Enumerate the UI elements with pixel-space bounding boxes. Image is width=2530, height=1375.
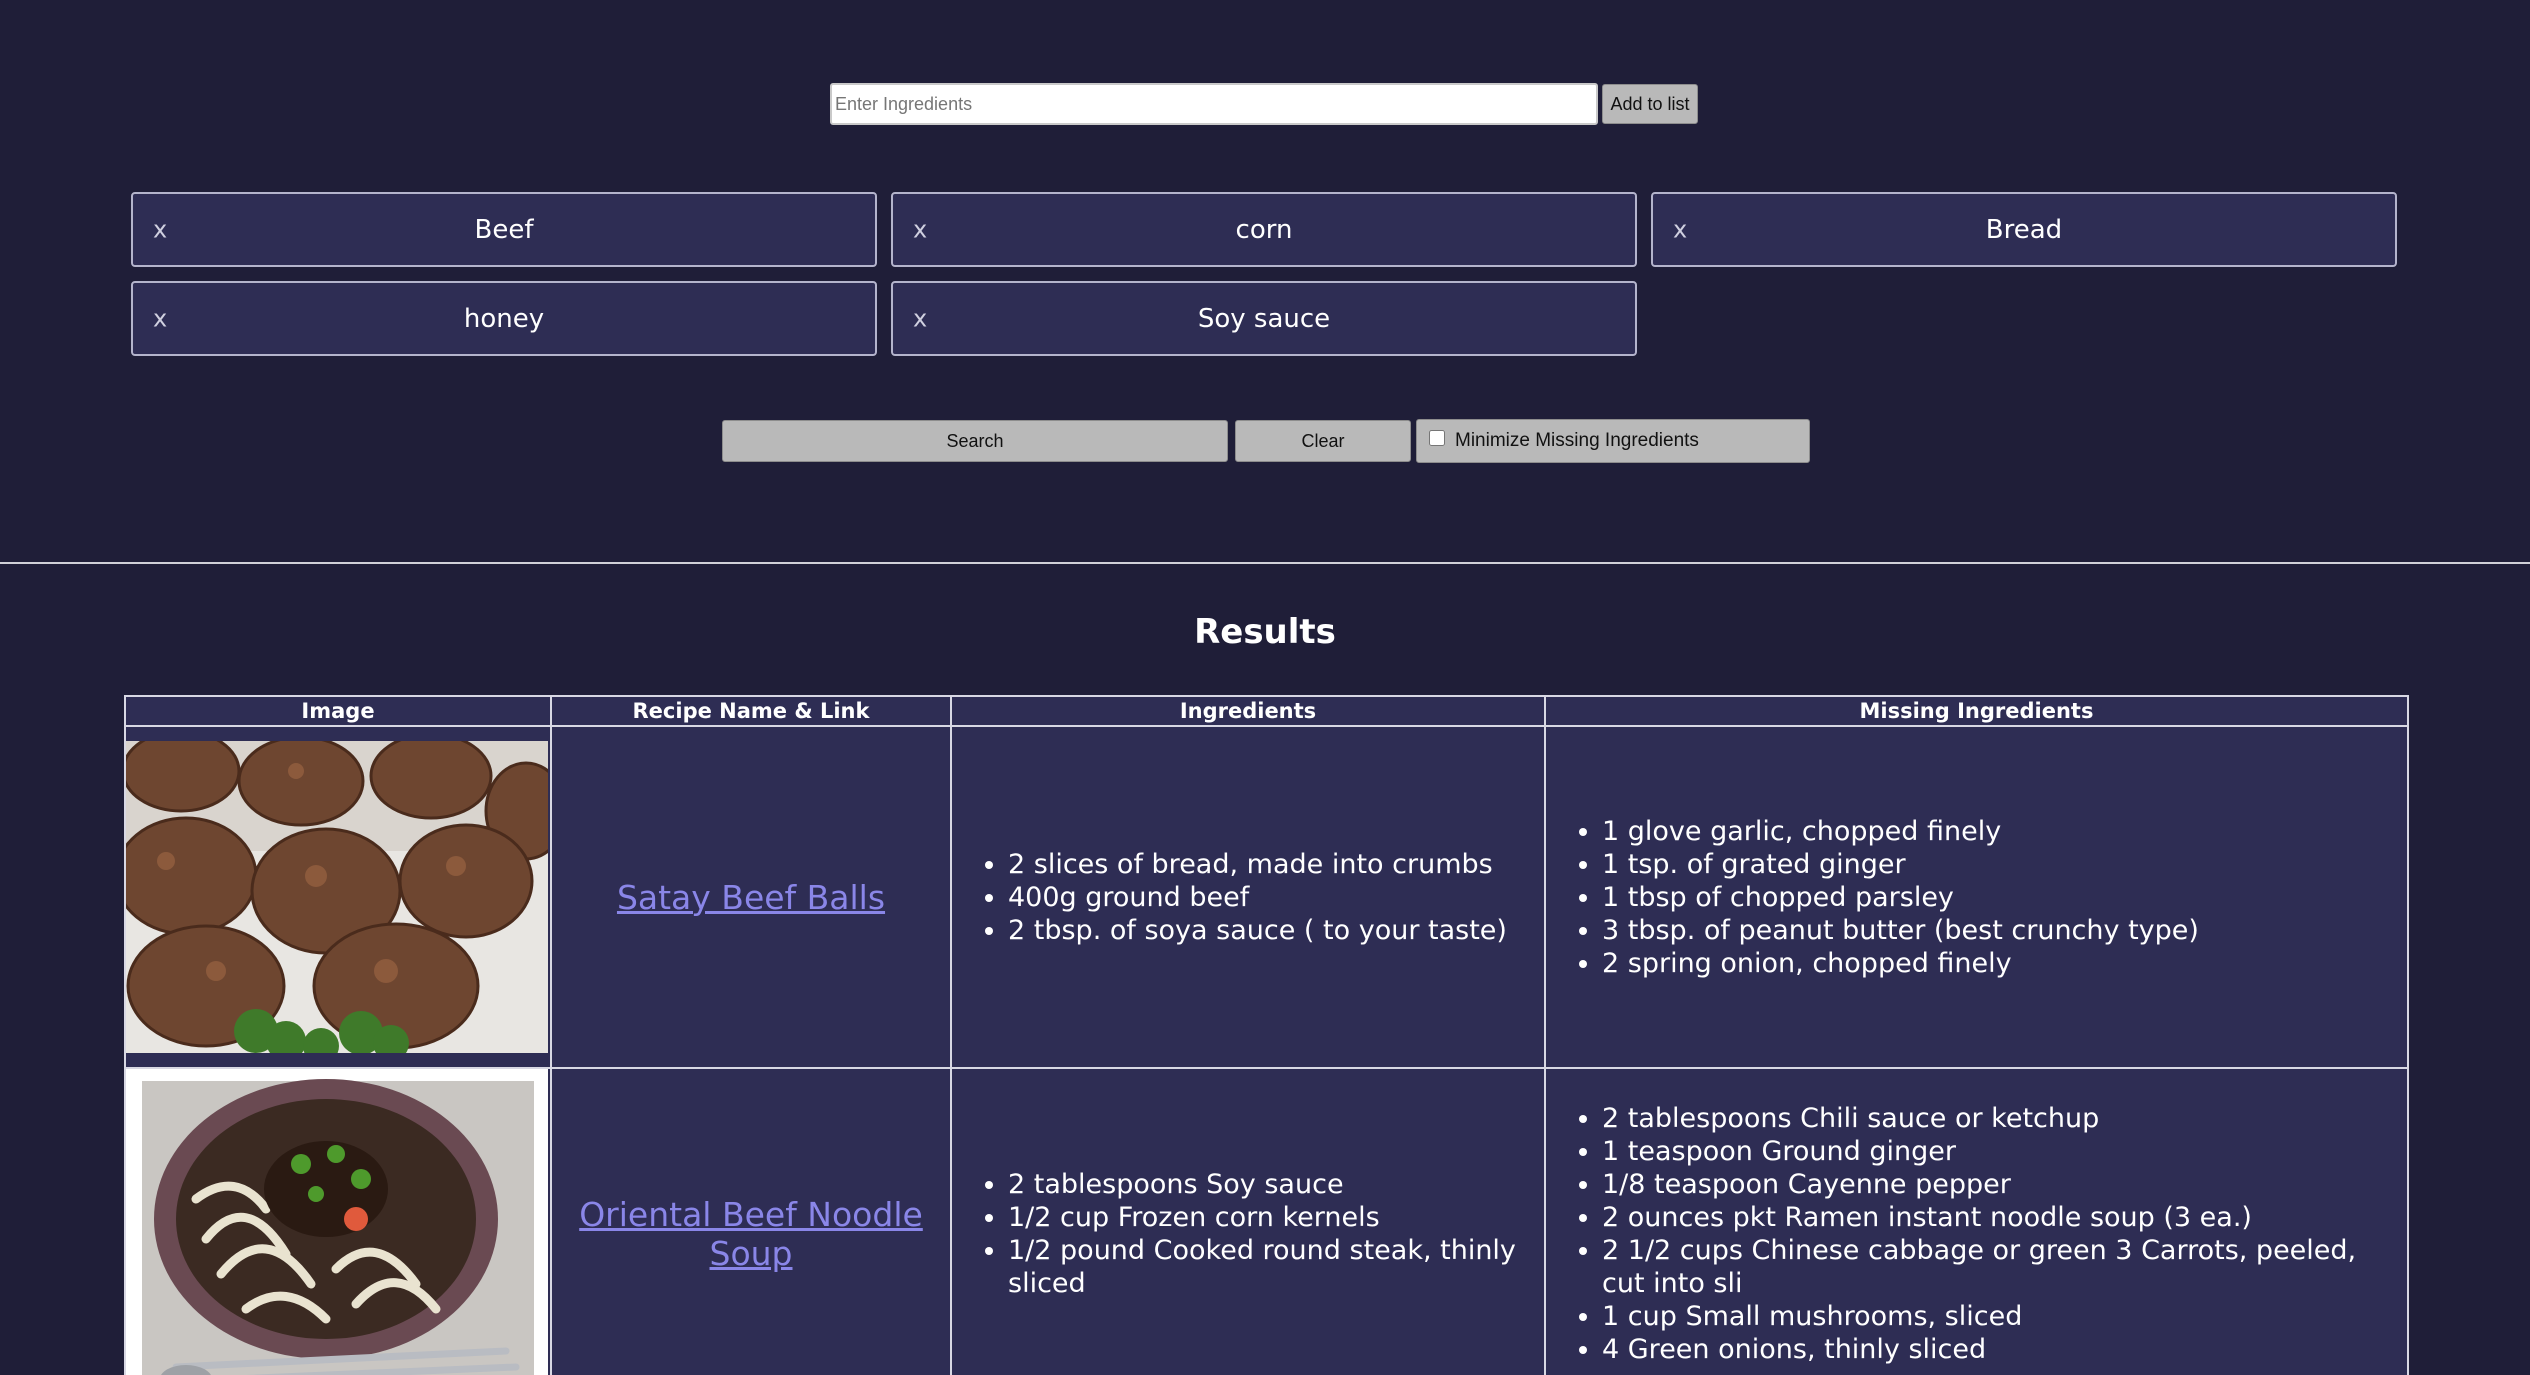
list-item: 1 tsp. of grated ginger — [1602, 848, 2407, 881]
ingredient-input[interactable] — [830, 83, 1598, 125]
missing-ingredients-cell: 1 glove garlic, chopped finely 1 tsp. of… — [1544, 725, 2409, 1069]
remove-icon[interactable]: x — [913, 215, 927, 243]
ingredient-chip: x corn — [891, 192, 1637, 267]
list-item: 3 tbsp. of peanut butter (best crunchy t… — [1602, 914, 2407, 947]
recipe-image-cell — [124, 1067, 552, 1375]
remove-icon[interactable]: x — [913, 304, 927, 332]
ingredient-chip: x Bread — [1651, 192, 2397, 267]
list-item: 2 slices of bread, made into crumbs — [1008, 848, 1544, 881]
remove-icon[interactable]: x — [153, 215, 167, 243]
list-item: 2 ounces pkt Ramen instant noodle soup (… — [1602, 1201, 2407, 1234]
results-table: Image Recipe Name & Link Ingredients Mis… — [124, 695, 2409, 1375]
ingredient-list: 2 slices of bread, made into crumbs 400g… — [952, 848, 1544, 947]
list-item: 400g ground beef — [1008, 881, 1544, 914]
chip-label: Beef — [474, 214, 534, 245]
section-divider — [0, 562, 2530, 564]
clear-button[interactable]: Clear — [1235, 420, 1411, 462]
ingredient-list: 2 tablespoons Soy sauce 1/2 cup Frozen c… — [952, 1168, 1544, 1300]
results-heading: Results — [1194, 612, 1336, 652]
missing-ingredient-list: 1 glove garlic, chopped finely 1 tsp. of… — [1546, 815, 2407, 980]
ingredient-chip: x Beef — [131, 192, 877, 267]
chip-label: honey — [463, 303, 545, 334]
recipe-name-cell: Oriental Beef Noodle Soup — [550, 1067, 952, 1375]
ingredients-cell: 2 slices of bread, made into crumbs 400g… — [950, 725, 1546, 1069]
ingredient-entry: Add to list — [830, 83, 1698, 125]
search-button[interactable]: Search — [722, 420, 1228, 462]
table-row: Oriental Beef Noodle Soup 2 tablespoons … — [124, 1067, 2409, 1375]
chip-label: corn — [1235, 214, 1293, 245]
list-item: 4 Green onions, thinly sliced — [1602, 1333, 2407, 1366]
list-item: 1 cup Small mushrooms, sliced — [1602, 1300, 2407, 1333]
chip-label: Soy sauce — [1197, 303, 1331, 334]
list-item: 1 glove garlic, chopped finely — [1602, 815, 2407, 848]
list-item: 2 tbsp. of soya sauce ( to your taste) — [1008, 914, 1544, 947]
recipe-image-cell — [124, 725, 552, 1069]
list-item: 2 tablespoons Soy sauce — [1008, 1168, 1544, 1201]
add-to-list-button[interactable]: Add to list — [1602, 84, 1698, 124]
column-header-recipe: Recipe Name & Link — [550, 695, 952, 727]
chip-label: Bread — [1985, 214, 2063, 245]
column-header-image: Image — [124, 695, 552, 727]
column-header-ingredients: Ingredients — [950, 695, 1546, 727]
minimize-missing-label: Minimize Missing Ingredients — [1455, 430, 1699, 451]
list-item: 2 spring onion, chopped finely — [1602, 947, 2407, 980]
ingredient-chip: x honey — [131, 281, 877, 356]
ingredient-chip-list: x Beef x corn x Bread x honey x Soy sauc… — [131, 192, 2401, 356]
table-row: Satay Beef Balls 2 slices of bread, made… — [124, 725, 2409, 1069]
recipe-link[interactable]: Oriental Beef Noodle Soup — [579, 1195, 923, 1273]
list-item: 1 teaspoon Ground ginger — [1602, 1135, 2407, 1168]
recipe-link[interactable]: Satay Beef Balls — [617, 878, 885, 917]
column-header-missing: Missing Ingredients — [1544, 695, 2409, 727]
recipe-image — [127, 1070, 548, 1375]
recipe-image — [127, 741, 548, 1053]
remove-icon[interactable]: x — [1673, 215, 1687, 243]
list-item: 1 tbsp of chopped parsley — [1602, 881, 2407, 914]
list-item: 1/8 teaspoon Cayenne pepper — [1602, 1168, 2407, 1201]
minimize-missing-toggle[interactable]: Minimize Missing Ingredients — [1416, 419, 1810, 463]
search-actions: Search Clear Minimize Missing Ingredient… — [722, 419, 1810, 463]
list-item: 2 tablespoons Chili sauce or ketchup — [1602, 1102, 2407, 1135]
minimize-missing-checkbox[interactable] — [1429, 430, 1445, 446]
missing-ingredients-cell: 2 tablespoons Chili sauce or ketchup 1 t… — [1544, 1067, 2409, 1375]
list-item: 1/2 pound Cooked round steak, thinly sli… — [1008, 1234, 1544, 1300]
ingredients-cell: 2 tablespoons Soy sauce 1/2 cup Frozen c… — [950, 1067, 1546, 1375]
ingredient-chip: x Soy sauce — [891, 281, 1637, 356]
missing-ingredient-list: 2 tablespoons Chili sauce or ketchup 1 t… — [1546, 1102, 2407, 1366]
remove-icon[interactable]: x — [153, 304, 167, 332]
table-header-row: Image Recipe Name & Link Ingredients Mis… — [124, 695, 2409, 727]
recipe-name-cell: Satay Beef Balls — [550, 725, 952, 1069]
list-item: 1/2 cup Frozen corn kernels — [1008, 1201, 1544, 1234]
list-item: 2 1/2 cups Chinese cabbage or green 3 Ca… — [1602, 1234, 2407, 1300]
page: Add to list x Beef x corn x Bread x hone… — [0, 0, 2530, 1375]
